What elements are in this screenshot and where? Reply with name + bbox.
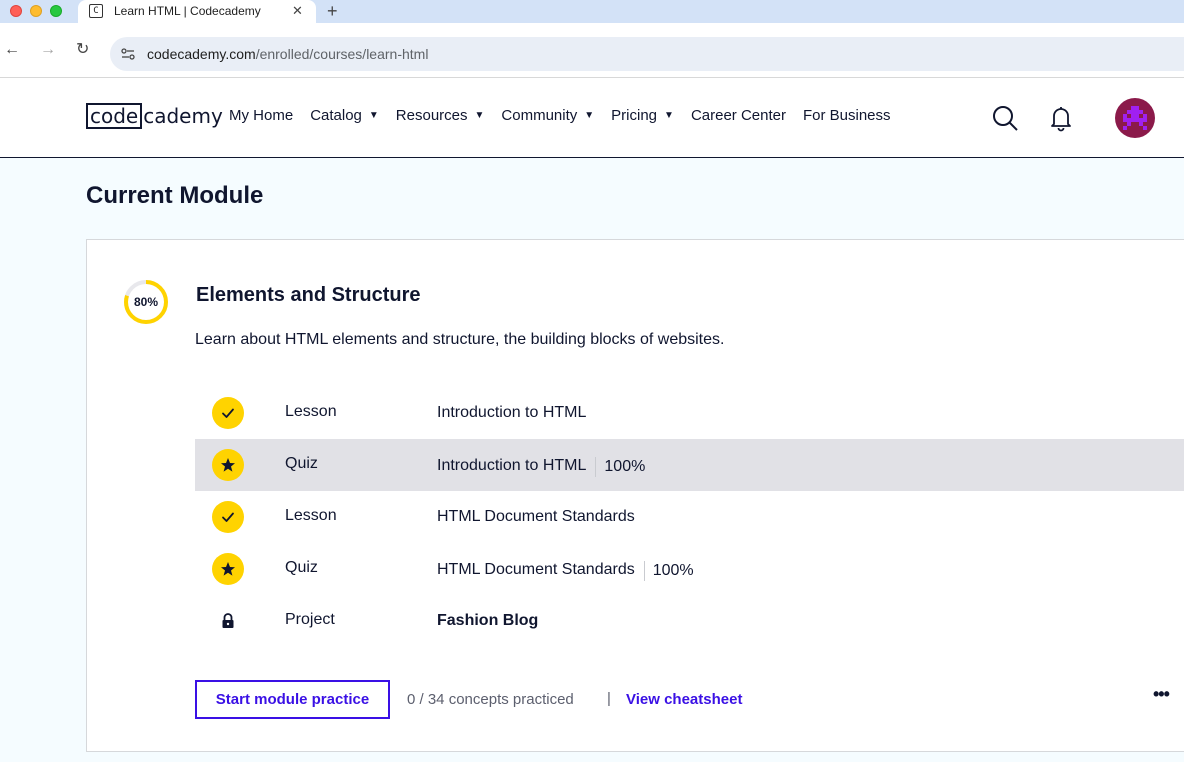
logo-code: code	[86, 103, 143, 129]
bell-icon[interactable]	[1047, 104, 1075, 132]
nav-item-community[interactable]: Community ▼	[501, 107, 594, 124]
item-title-text: HTML Document Standards	[437, 508, 635, 525]
view-cheatsheet-link[interactable]: View cheatsheet	[626, 691, 742, 708]
star-icon	[212, 449, 244, 481]
maximize-window-button[interactable]	[50, 5, 62, 17]
item-title-text: Fashion Blog	[437, 612, 539, 629]
nav-item-label: Catalog	[310, 107, 362, 124]
logo-rest: cademy	[143, 104, 223, 128]
caret-down-icon: ▼	[664, 110, 674, 121]
concepts-practiced-text: 0 / 34 concepts practiced	[407, 691, 574, 708]
check-icon	[212, 501, 244, 533]
item-title-link[interactable]: HTML Document Standards 100%	[437, 560, 694, 581]
search-icon[interactable]	[991, 104, 1019, 132]
back-arrow-icon[interactable]: ←	[4, 41, 20, 59]
lock-icon	[212, 605, 244, 637]
forward-arrow-icon[interactable]: →	[40, 41, 56, 59]
item-type: Lesson	[285, 403, 337, 420]
browser-tab-bar: C Learn HTML | Codecademy ✕ +	[0, 0, 1184, 23]
nav-item-label: Career Center	[690, 107, 786, 124]
more-options-icon[interactable]: •••	[1153, 684, 1170, 705]
quiz-score: 100%	[643, 561, 694, 581]
avatar[interactable]	[1115, 98, 1155, 138]
item-title-link[interactable]: HTML Document Standards	[437, 508, 635, 526]
module-item-row[interactable]: Quiz HTML Document Standards 100%	[195, 543, 1184, 595]
nav-item-pricing[interactable]: Pricing ▼	[611, 107, 674, 124]
item-title-link[interactable]: Introduction to HTML	[437, 404, 586, 422]
tab-title: Learn HTML | Codecademy	[114, 4, 261, 18]
item-type: Quiz	[285, 455, 318, 472]
avatar-pixel-icon	[1123, 106, 1147, 130]
url-text[interactable]: codecademy.com/enrolled/courses/learn-ht…	[147, 46, 428, 62]
item-title-text: Introduction to HTML	[437, 457, 587, 474]
url-path: /enrolled/courses/learn-html	[255, 46, 429, 62]
url-host: codecademy.com	[147, 46, 256, 62]
start-module-practice-button[interactable]: Start module practice	[195, 680, 390, 719]
item-type: Project	[285, 611, 335, 628]
reload-icon[interactable]: ↻	[76, 41, 89, 59]
module-item-row[interactable]: Lesson HTML Document Standards	[195, 491, 1184, 543]
star-icon	[212, 553, 244, 585]
module-item-row[interactable]: Quiz Introduction to HTML 100%	[195, 439, 1184, 491]
item-title-text: Introduction to HTML	[437, 404, 587, 421]
item-title-text: HTML Document Standards	[437, 561, 635, 578]
favicon-icon: C	[89, 4, 103, 18]
nav-item-label: Resources	[395, 107, 468, 124]
item-type: Lesson	[285, 507, 337, 524]
caret-down-icon: ▼	[474, 110, 485, 121]
minimize-window-button[interactable]	[30, 5, 42, 17]
close-window-button[interactable]	[10, 5, 22, 17]
browser-toolbar: ← → ↻ codecademy.com/enrolled/courses/le…	[0, 23, 1184, 78]
nav-item-label: My Home	[229, 107, 294, 124]
tab-close-icon[interactable]: ✕	[292, 3, 303, 19]
module-description: Learn about HTML elements and structure,…	[195, 331, 725, 348]
quiz-score: 100%	[595, 457, 645, 477]
page-title: Current Module	[86, 182, 264, 209]
caret-down-icon: ▼	[368, 110, 379, 121]
nav-item-resources[interactable]: Resources ▼	[396, 107, 485, 124]
nav-item-label: For Business	[802, 107, 891, 124]
nav-item-catalog[interactable]: Catalog ▼	[310, 107, 379, 124]
progress-label: 80%	[133, 295, 159, 309]
check-icon	[212, 397, 244, 429]
footer-separator: |	[607, 690, 611, 707]
caret-down-icon: ▼	[584, 110, 595, 121]
main-nav: My Home Catalog ▼ Resources ▼ Community ▼ Prici…	[229, 107, 908, 124]
site-settings-icon[interactable]	[120, 46, 136, 62]
module-title[interactable]: Elements and Structure	[196, 284, 421, 307]
nav-item-for-business[interactable]: For Business	[803, 107, 891, 124]
nav-item-my-home[interactable]: My Home	[229, 107, 293, 124]
module-footer: Start module practice 0 / 34 concepts pr…	[195, 680, 1184, 719]
item-type: Quiz	[285, 559, 318, 576]
module-item-row[interactable]: Lesson Introduction to HTML	[195, 387, 1184, 439]
codecademy-logo[interactable]: code cademy	[86, 102, 223, 130]
module-item-list: Lesson Introduction to HTML Quiz Introducti…	[195, 387, 1184, 647]
browser-tab[interactable]: C Learn HTML | Codecademy ✕	[78, 0, 316, 23]
nav-item-label: Community	[501, 107, 578, 124]
nav-item-career-center[interactable]: Career Center	[691, 107, 786, 124]
item-title-link[interactable]: Introduction to HTML 100%	[437, 456, 645, 477]
module-card: 80% Elements and Structure Learn about H…	[86, 239, 1184, 752]
item-title-link[interactable]: Fashion Blog	[437, 612, 538, 630]
module-item-row[interactable]: Project Fashion Blog	[195, 595, 1184, 647]
nav-item-label: Pricing	[611, 107, 658, 124]
address-bar[interactable]: codecademy.com/enrolled/courses/learn-ht…	[110, 37, 1184, 71]
new-tab-button[interactable]: +	[327, 0, 338, 22]
site-header: code cademy My Home Catalog ▼ Resources ▼ Com…	[0, 78, 1184, 158]
